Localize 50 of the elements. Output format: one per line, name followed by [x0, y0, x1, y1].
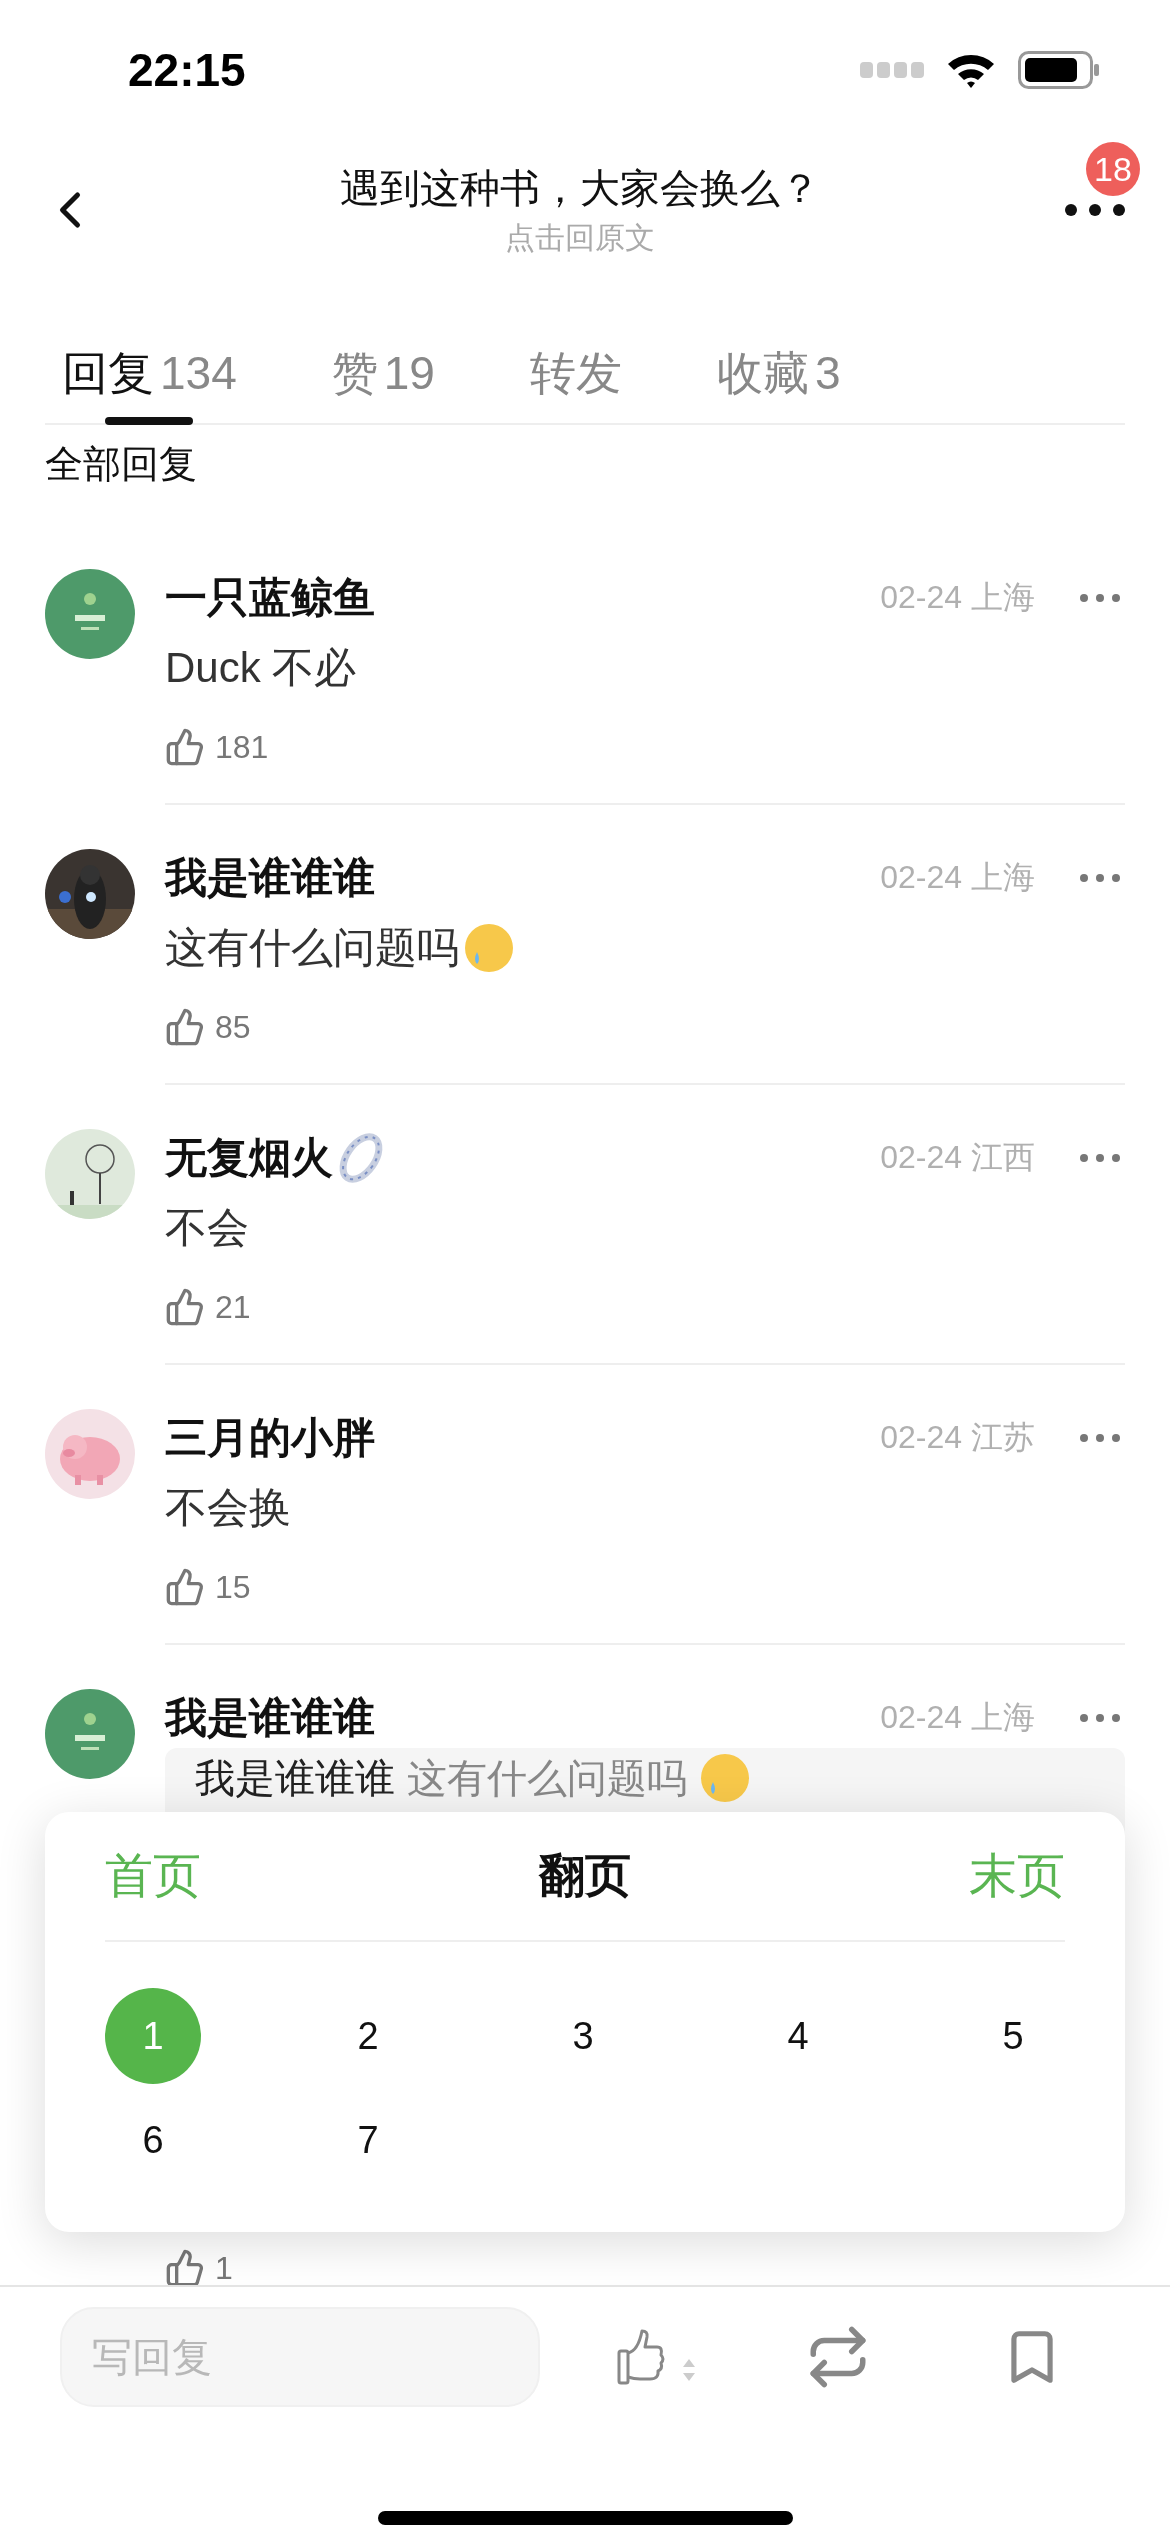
page-button[interactable]: 6 [105, 2092, 201, 2188]
status-time: 22:15 [128, 43, 246, 97]
comment-text: 不会换 [165, 1483, 291, 1533]
user-name: 我是谁谁谁 [165, 853, 375, 903]
tab[interactable]: 转发 [529, 343, 622, 423]
notification-badge: 18 [1086, 142, 1140, 196]
user-name: 我是谁谁谁 [165, 1693, 375, 1743]
quote-text: 这有什么问题吗 [407, 1756, 687, 1800]
like-count: 181 [215, 728, 269, 766]
battery-icon [1018, 51, 1100, 89]
section-title: 全部回复 [44, 442, 198, 487]
user-name: 一只蓝鲸鱼 [165, 573, 375, 623]
comment-meta: 02-24 上海 [880, 578, 1035, 617]
more-icon [1080, 874, 1120, 882]
post-title: 遇到这种书，大家会换么？ [340, 165, 820, 212]
signal-icon [860, 62, 924, 78]
like-icon[interactable] [165, 727, 205, 767]
page-button[interactable]: 4 [750, 1988, 846, 2084]
more-icon [1065, 204, 1125, 216]
comment-meta: 02-24 上海 [880, 1698, 1035, 1737]
page-button[interactable]: 7 [320, 2092, 416, 2188]
tab[interactable]: 赞 19 [331, 343, 435, 423]
comment-meta: 02-24 江西 [880, 1138, 1035, 1177]
like-count: 1 [215, 2249, 233, 2285]
comment-text: 不会 [165, 1203, 249, 1253]
like-count: 15 [215, 1568, 251, 1606]
more-icon [1080, 1154, 1120, 1162]
reply-input[interactable]: 写回复 [60, 2307, 540, 2407]
pager-title: 翻页 [539, 1848, 631, 1903]
more-icon [1080, 1714, 1120, 1722]
quote-author: 我是谁谁谁 [195, 1756, 395, 1800]
tab[interactable]: 收藏 3 [716, 343, 841, 423]
user-name: 三月的小胖 [165, 1413, 375, 1463]
like-icon[interactable] [165, 1007, 205, 1047]
comment-meta: 02-24 上海 [880, 858, 1035, 897]
more-icon [1080, 594, 1120, 602]
comment-text: Duck 不必 [165, 643, 357, 693]
page-button[interactable]: 3 [535, 1988, 631, 2084]
page-button[interactable]: 2 [320, 1988, 416, 2084]
like-count: 21 [215, 1288, 251, 1326]
more-icon [1080, 1434, 1120, 1442]
like-icon[interactable] [165, 1567, 205, 1607]
page-button[interactable]: 5 [965, 1988, 1061, 2084]
like-count: 85 [215, 1008, 251, 1046]
tab[interactable]: 回复 134 [62, 343, 237, 423]
like-icon[interactable] [165, 1287, 205, 1327]
comment-text: 这有什么问题吗 [165, 923, 459, 973]
comment-meta: 02-24 江苏 [880, 1418, 1035, 1457]
user-name: 无复烟火 [165, 1133, 333, 1183]
like-icon[interactable] [165, 2248, 205, 2285]
